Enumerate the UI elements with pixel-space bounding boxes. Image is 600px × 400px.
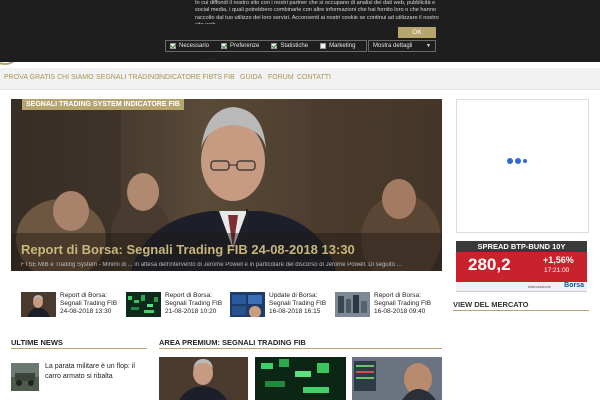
cookie-option-label: Statistiche <box>280 43 309 49</box>
premium-photo[interactable] <box>255 357 346 400</box>
borsa-logo: Borsa <box>564 282 584 289</box>
thumb-text[interactable]: Update di Borsa: Segnali Trading FIB 16-… <box>269 292 333 315</box>
cookie-banner: In cui diffondi il nostro sito con i nos… <box>0 0 600 62</box>
thumb-photo[interactable] <box>21 292 56 317</box>
checkbox-icon[interactable] <box>320 43 327 49</box>
thumb-line: Segnali Trading FIB <box>60 299 118 307</box>
divider <box>453 310 589 311</box>
news-photo[interactable] <box>11 363 39 391</box>
thumb-text[interactable]: Report di Borsa: Segnali Trading FIB 21-… <box>165 292 229 315</box>
spread-value: 280,2 <box>468 255 511 274</box>
loading-spinner-icon <box>507 158 529 164</box>
spread-widget[interactable]: SPREAD BTP-BUND 10Y 280,2 +1,56% 17:21:0… <box>456 241 587 292</box>
cookie-text: In cui diffondi il nostro sito con i nos… <box>195 0 439 24</box>
nav-item-ts-fib[interactable]: TS FIB <box>213 74 235 81</box>
spread-footer-label: elaborazione <box>528 284 551 289</box>
thumb-photo[interactable] <box>335 292 370 317</box>
thumb-line: Update di Borsa: <box>269 292 318 299</box>
checkbox-icon[interactable] <box>271 43 278 49</box>
thumb-photo[interactable] <box>230 292 265 317</box>
premium-photo[interactable] <box>352 357 442 400</box>
thumb-article[interactable]: Report di Borsa: Segnali Trading FIB 24-… <box>21 292 121 318</box>
news-headline-line: La parata militare è un flop: il <box>45 363 135 370</box>
thumb-text[interactable]: Report di Borsa: Segnali Trading FIB 24-… <box>60 292 124 315</box>
thumb-photo[interactable] <box>126 292 161 317</box>
thumb-date: 16-08-2018 16:15 <box>269 307 321 315</box>
chevron-down-icon: ▼ <box>426 43 431 49</box>
thumb-text[interactable]: Report di Borsa: Segnali Trading FIB 16-… <box>374 292 438 315</box>
nav-item-indicatore-fib[interactable]: INDICATORE FIB <box>158 74 213 81</box>
cookie-ok-button[interactable]: OK <box>398 27 436 38</box>
nav-item-segnali-trading[interactable]: SEGNALI TRADING <box>96 74 160 81</box>
checkbox-icon[interactable] <box>170 43 176 49</box>
cookie-option-marketing[interactable]: Marketing <box>320 43 355 49</box>
show-details-link[interactable]: Mostra dettagli ▼ <box>368 40 436 52</box>
ad-slot <box>456 99 589 233</box>
cookie-options: Necessario Preferenze Statistiche Market… <box>165 40 367 52</box>
thumb-line: Segnali Trading FIB <box>269 299 327 307</box>
thumb-article[interactable]: Report di Borsa: Segnali Trading FIB 21-… <box>126 292 226 318</box>
spread-title: SPREAD BTP-BUND 10Y <box>456 241 587 252</box>
cookie-option-label: Necessario <box>179 43 210 49</box>
hero-article[interactable]: SEGNALI TRADING SYSTEM INDICATORE FIB Re… <box>11 99 442 271</box>
hero-title[interactable]: Report di Borsa: Segnali Trading FIB 24-… <box>21 242 355 257</box>
premium-section-title: AREA PREMIUM: SEGNALI TRADING FIB <box>159 338 306 347</box>
thumb-article[interactable]: Report di Borsa: Segnali Trading FIB 16-… <box>335 292 435 318</box>
spread-body: 280,2 +1,56% 17:21:00 <box>456 252 587 282</box>
nav-item-forum[interactable]: FORUM <box>268 74 294 81</box>
show-details-label: Mostra dettagli <box>373 43 413 49</box>
checkbox-icon[interactable] <box>221 43 228 49</box>
thumb-date: 24-08-2018 13:30 <box>60 307 112 315</box>
thumb-line: Report di Borsa: <box>60 292 107 299</box>
thumb-line: Segnali Trading FIB <box>374 299 432 307</box>
nav-item-chi-siamo[interactable]: CHI SIAMO <box>57 74 94 81</box>
nav-item-prova-gratis[interactable]: PROVA GRATIS <box>4 74 55 81</box>
news-headline[interactable]: La parata militare è un flop: il carro a… <box>45 362 145 381</box>
market-view-title: VIEW DEL MERCATO <box>453 300 529 309</box>
thumb-date: 16-08-2018 09:40 <box>374 307 426 315</box>
thumb-line: Report di Borsa: <box>165 292 212 299</box>
main-nav: PROVA GRATIS CHI SIAMO SEGNALI TRADING I… <box>0 68 600 90</box>
spread-footer: elaborazione Borsa <box>456 282 587 292</box>
spread-time: 17:21:00 <box>544 267 570 274</box>
thumb-article[interactable]: Update di Borsa: Segnali Trading FIB 16-… <box>230 292 330 318</box>
divider <box>159 348 442 349</box>
cookie-option-necessary[interactable]: Necessario <box>170 43 209 49</box>
logo-fragment <box>206 58 216 60</box>
cookie-option-label: Preferenze <box>230 43 260 49</box>
divider <box>11 348 147 349</box>
thumb-date: 21-08-2018 10:20 <box>165 307 217 315</box>
thumb-line: Segnali Trading FIB <box>165 299 223 307</box>
hero-caption: FTSE MIB e Trading System - Minimi di ..… <box>21 262 402 268</box>
thumb-line: Report di Borsa: <box>374 292 421 299</box>
nav-item-guida[interactable]: GUIDA <box>240 74 262 81</box>
cookie-option-label: Marketing <box>329 43 356 49</box>
news-headline-line: carro armato si ribalta <box>45 372 113 380</box>
cookie-option-statistics[interactable]: Statistiche <box>271 43 308 49</box>
spread-change: +1,56% <box>543 255 574 265</box>
cookie-option-preferences[interactable]: Preferenze <box>221 43 259 49</box>
hero-category-tag[interactable]: SEGNALI TRADING SYSTEM INDICATORE FIB <box>22 99 184 110</box>
ultime-news-title: ULTIME NEWS <box>11 338 63 347</box>
premium-photo[interactable] <box>159 357 248 400</box>
nav-item-contatti[interactable]: CONTATTI <box>297 74 331 81</box>
